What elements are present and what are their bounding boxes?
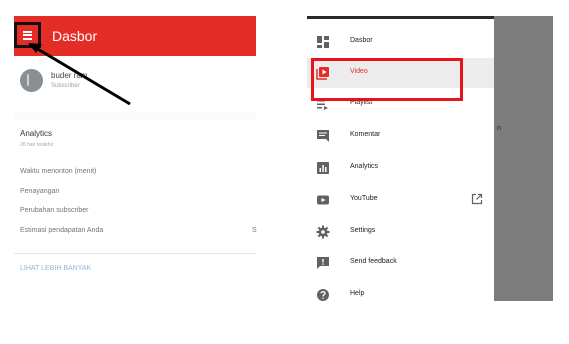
channel-subtitle: Subscriber <box>51 83 80 89</box>
metric-label: Perubahan subscriber <box>20 207 89 214</box>
nav-item-analytics[interactable]: Analytics <box>307 153 494 183</box>
analytics-icon <box>317 162 329 174</box>
nav-item-komentar[interactable]: Komentar <box>307 121 494 151</box>
nav-item-send-feedback[interactable]: Send feedback <box>307 248 494 278</box>
settings-icon <box>316 225 330 239</box>
navigation-drawer: Dasbor Video Playlist Komentar Analytics… <box>307 19 494 301</box>
see-more-link[interactable]: LIHAT LEBIH BANYAK <box>20 265 91 272</box>
channel-card[interactable]: buder ram Subscriber <box>14 56 256 112</box>
dashboard-screen: Dasbor buder ram Subscriber Analytics 28… <box>14 16 256 292</box>
dashboard-icon <box>317 36 329 48</box>
nav-label: Analytics <box>350 163 379 170</box>
nav-label: Komentar <box>350 131 381 138</box>
background-text-peek: n <box>497 125 501 132</box>
app-bar: Dasbor <box>14 16 256 56</box>
nav-item-help[interactable]: Help <box>307 280 494 301</box>
app-title: Dasbor <box>52 28 98 44</box>
avatar <box>20 69 43 92</box>
metric-label: Penayangan <box>20 188 60 195</box>
analytics-title: Analytics <box>20 129 53 138</box>
metric-label: Waktu menonton (menit) <box>20 168 97 175</box>
nav-label: Dasbor <box>350 37 373 44</box>
nav-item-settings[interactable]: Settings <box>307 217 494 247</box>
metric-value-peek: S <box>252 227 257 234</box>
analytics-period: 28 hari terakhir <box>20 142 54 148</box>
analytics-card: Analytics 28 hari terakhir Waktu menonto… <box>14 120 256 292</box>
hamburger-icon <box>23 30 32 40</box>
help-icon <box>317 289 329 301</box>
nav-drawer-screen: n Dasbor Video Playlist Komentar Analyti… <box>307 16 553 301</box>
nav-label: Help <box>350 290 365 297</box>
nav-label: Settings <box>350 227 376 234</box>
metric-label: Estimasi pendapatan Anda <box>20 227 104 234</box>
nav-label: YouTube <box>350 195 378 202</box>
youtube-icon <box>317 195 329 205</box>
highlight-box <box>311 58 463 101</box>
channel-name: buder ram <box>51 71 88 80</box>
menu-button[interactable] <box>14 22 41 48</box>
nav-item-youtube[interactable]: YouTube <box>307 185 494 215</box>
divider <box>14 253 256 254</box>
comment-icon <box>317 130 329 142</box>
nav-item-dasbor[interactable]: Dasbor <box>307 27 494 57</box>
feedback-icon <box>317 257 329 269</box>
open-external-icon[interactable] <box>471 193 483 205</box>
nav-label: Send feedback <box>350 258 397 265</box>
